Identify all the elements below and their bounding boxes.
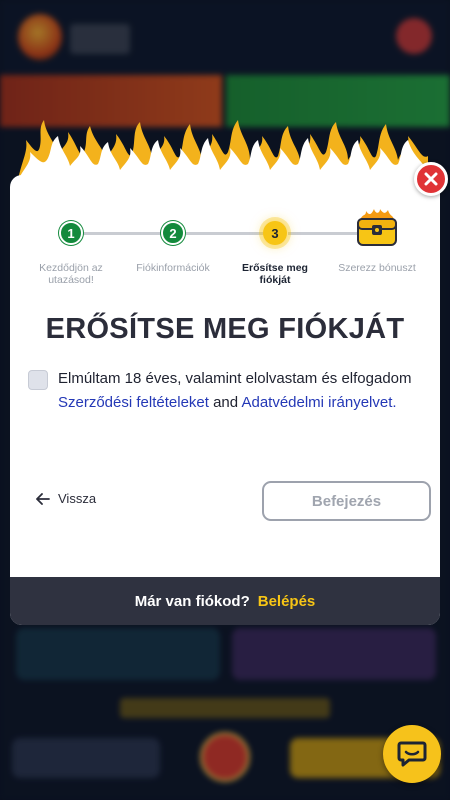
step-3-indicator: 3: [263, 221, 287, 245]
chat-support-button[interactable]: [383, 725, 441, 783]
treasure-chest-icon: [357, 209, 397, 246]
login-prompt-bar: Már van fiókod? Belépés: [10, 577, 440, 625]
terms-consent-text: Elmúltam 18 éves, valamint elolvastam és…: [58, 367, 418, 415]
step-1-indicator: 1: [59, 221, 83, 245]
flames-decoration: [18, 120, 428, 180]
close-modal-button[interactable]: [414, 162, 448, 196]
terms-checkbox[interactable]: [28, 370, 48, 390]
registration-modal: 1 2 3 Kezdődjön az utazásod! Fiókinformá…: [10, 175, 440, 625]
finish-button[interactable]: Befejezés: [262, 481, 431, 521]
close-icon: [424, 172, 438, 186]
consent-text-and: and: [208, 394, 242, 411]
back-button[interactable]: Vissza: [36, 491, 96, 506]
back-button-label: Vissza: [58, 491, 97, 506]
step-connector: [288, 232, 358, 235]
login-link[interactable]: Belépés: [258, 593, 316, 610]
step-2-indicator: 2: [161, 221, 185, 245]
step-3-label: Erősítse meg fiókját: [242, 262, 308, 286]
chat-bubble-icon: [397, 741, 427, 767]
terms-link[interactable]: Szerződési feltételeket: [58, 394, 209, 411]
step-4-label: Szerezz bónuszt: [338, 262, 416, 274]
privacy-policy-link[interactable]: Adatvédelmi irányelvet.: [241, 394, 396, 411]
page-title: ERŐSÍTSE MEG FIÓKJÁT: [45, 313, 405, 345]
registration-stepper: 1 2 3 Kezdődjön az utazásod! Fiókinformá…: [10, 195, 440, 286]
step-1-label: Kezdődjön az utazásod!: [39, 262, 103, 286]
step-2-label: Fiókinformációk: [136, 262, 210, 274]
login-prompt-text: Már van fiókod?: [134, 592, 250, 610]
arrow-left-icon: [36, 492, 50, 505]
consent-text-start: Elmúltam 18 éves, valamint elolvastam és…: [58, 370, 412, 387]
step-connector: [82, 232, 170, 235]
